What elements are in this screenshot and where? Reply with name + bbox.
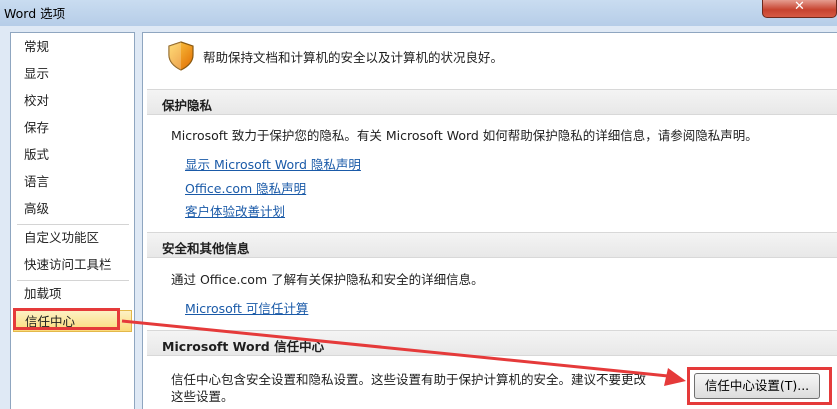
sidebar-item-display[interactable]: 显示: [13, 63, 132, 85]
title-bar: Word 选项 ✕: [0, 0, 837, 26]
sidebar-item-add-ins[interactable]: 加载项: [13, 283, 132, 305]
sidebar-item-save[interactable]: 保存: [13, 117, 132, 139]
sidebar-item-trust-center[interactable]: 信任中心: [13, 310, 132, 332]
sidebar-item-quick-access-toolbar[interactable]: 快速访问工具栏: [13, 254, 132, 276]
section-header-trust-center: Microsoft Word 信任中心: [147, 330, 837, 356]
sidebar-item-layout[interactable]: 版式: [13, 144, 132, 166]
sidebar-divider: [17, 280, 129, 281]
shield-icon: [168, 41, 194, 71]
sidebar-item-advanced[interactable]: 高级: [13, 198, 132, 220]
sidebar-item-general[interactable]: 常规: [13, 36, 132, 58]
window-title: Word 选项: [4, 6, 66, 21]
section-title: Microsoft Word 信任中心: [162, 339, 325, 354]
intro-text: 帮助保持文档和计算机的安全以及计算机的状况良好。: [203, 50, 504, 65]
trust-center-panel: 帮助保持文档和计算机的安全以及计算机的状况良好。 保护隐私 Microsoft …: [142, 32, 837, 409]
sidebar-item-customize-ribbon[interactable]: 自定义功能区: [13, 227, 132, 249]
sidebar-item-language[interactable]: 语言: [13, 171, 132, 193]
trust-center-description-line1: 信任中心包含安全设置和隐私设置。这些设置有助于保护计算机的安全。建议不要更改: [171, 372, 647, 387]
security-description: 通过 Office.com 了解有关保护隐私和安全的详细信息。: [171, 272, 484, 287]
options-sidebar: 常规 显示 校对 保存 版式 语言 高级 自定义功能区 快速访问工具栏 加载项 …: [10, 32, 135, 409]
link-ceip[interactable]: 客户体验改善计划: [185, 201, 285, 220]
privacy-description: Microsoft 致力于保护您的隐私。有关 Microsoft Word 如何…: [171, 128, 758, 143]
link-office-privacy-statement[interactable]: Office.com 隐私声明: [185, 178, 306, 197]
sidebar-item-proofing[interactable]: 校对: [13, 90, 132, 112]
section-title: 安全和其他信息: [162, 241, 250, 256]
close-icon: ✕: [794, 0, 805, 14]
section-header-security: 安全和其他信息: [147, 232, 837, 258]
close-button[interactable]: ✕: [762, 0, 837, 18]
section-title: 保护隐私: [162, 98, 213, 113]
section-header-privacy: 保护隐私: [147, 89, 837, 115]
trust-center-description-line2: 这些设置。: [171, 389, 234, 404]
sidebar-divider: [17, 224, 129, 225]
link-word-privacy-statement[interactable]: 显示 Microsoft Word 隐私声明: [185, 154, 361, 173]
link-trustworthy-computing[interactable]: Microsoft 可信任计算: [185, 298, 308, 317]
trust-center-settings-button[interactable]: 信任中心设置(T)...: [694, 373, 820, 399]
